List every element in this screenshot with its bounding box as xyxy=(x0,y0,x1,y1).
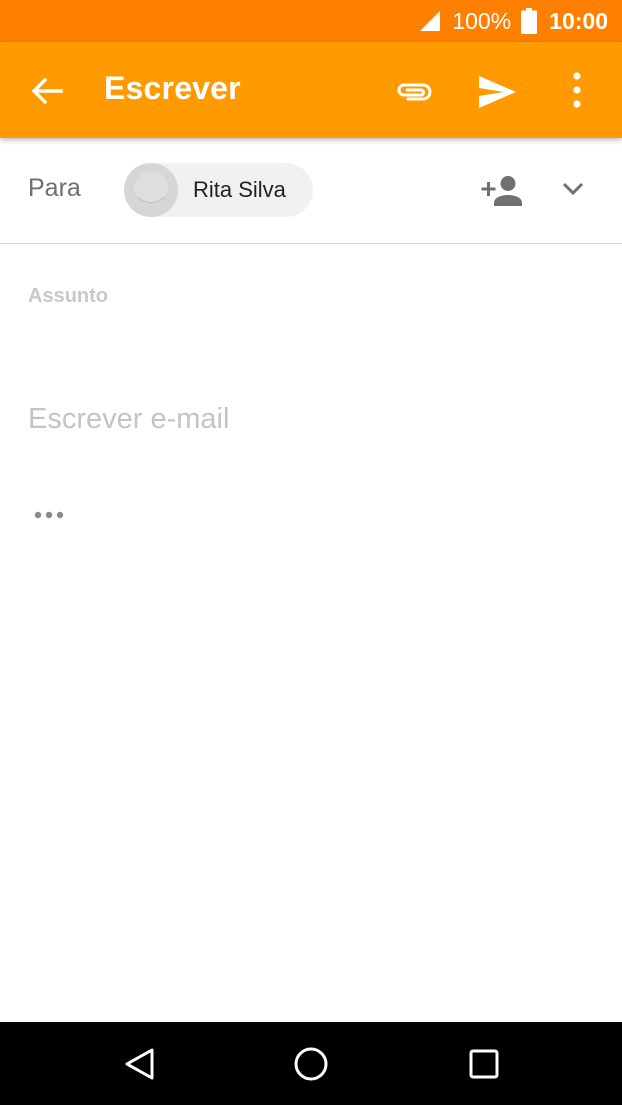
subject-field[interactable]: Assunto xyxy=(28,285,108,308)
nav-back-icon[interactable] xyxy=(123,1047,155,1081)
navigation-bar xyxy=(0,1022,622,1105)
chevron-down-icon[interactable] xyxy=(560,178,586,200)
nav-home-icon[interactable] xyxy=(293,1046,329,1082)
clock: 10:00 xyxy=(549,7,608,34)
more-horiz-icon[interactable] xyxy=(33,510,65,520)
battery-icon xyxy=(521,8,538,34)
more-vert-icon[interactable] xyxy=(566,70,588,112)
body-field[interactable]: Escrever e-mail xyxy=(28,403,229,436)
page-title: Escrever xyxy=(104,70,241,106)
signal-icon xyxy=(420,11,441,31)
recipient-name: Rita Silva xyxy=(193,177,286,202)
status-bar: 100% 10:00 xyxy=(0,0,622,42)
battery-percent: 100% xyxy=(452,7,512,34)
avatar-icon xyxy=(124,163,178,217)
send-icon[interactable] xyxy=(476,72,518,112)
screen: 100% 10:00 Escrever Para Rita Silva Assu… xyxy=(0,0,622,1105)
paperclip-icon[interactable] xyxy=(394,72,434,112)
app-bar: Escrever xyxy=(0,42,622,138)
recipient-row: Para Rita Silva xyxy=(0,138,622,244)
add-person-icon[interactable] xyxy=(480,174,524,208)
back-arrow-icon[interactable] xyxy=(30,74,64,108)
nav-recents-icon[interactable] xyxy=(468,1048,500,1080)
to-label: Para xyxy=(28,174,81,202)
recipient-chip[interactable]: Rita Silva xyxy=(124,163,313,217)
